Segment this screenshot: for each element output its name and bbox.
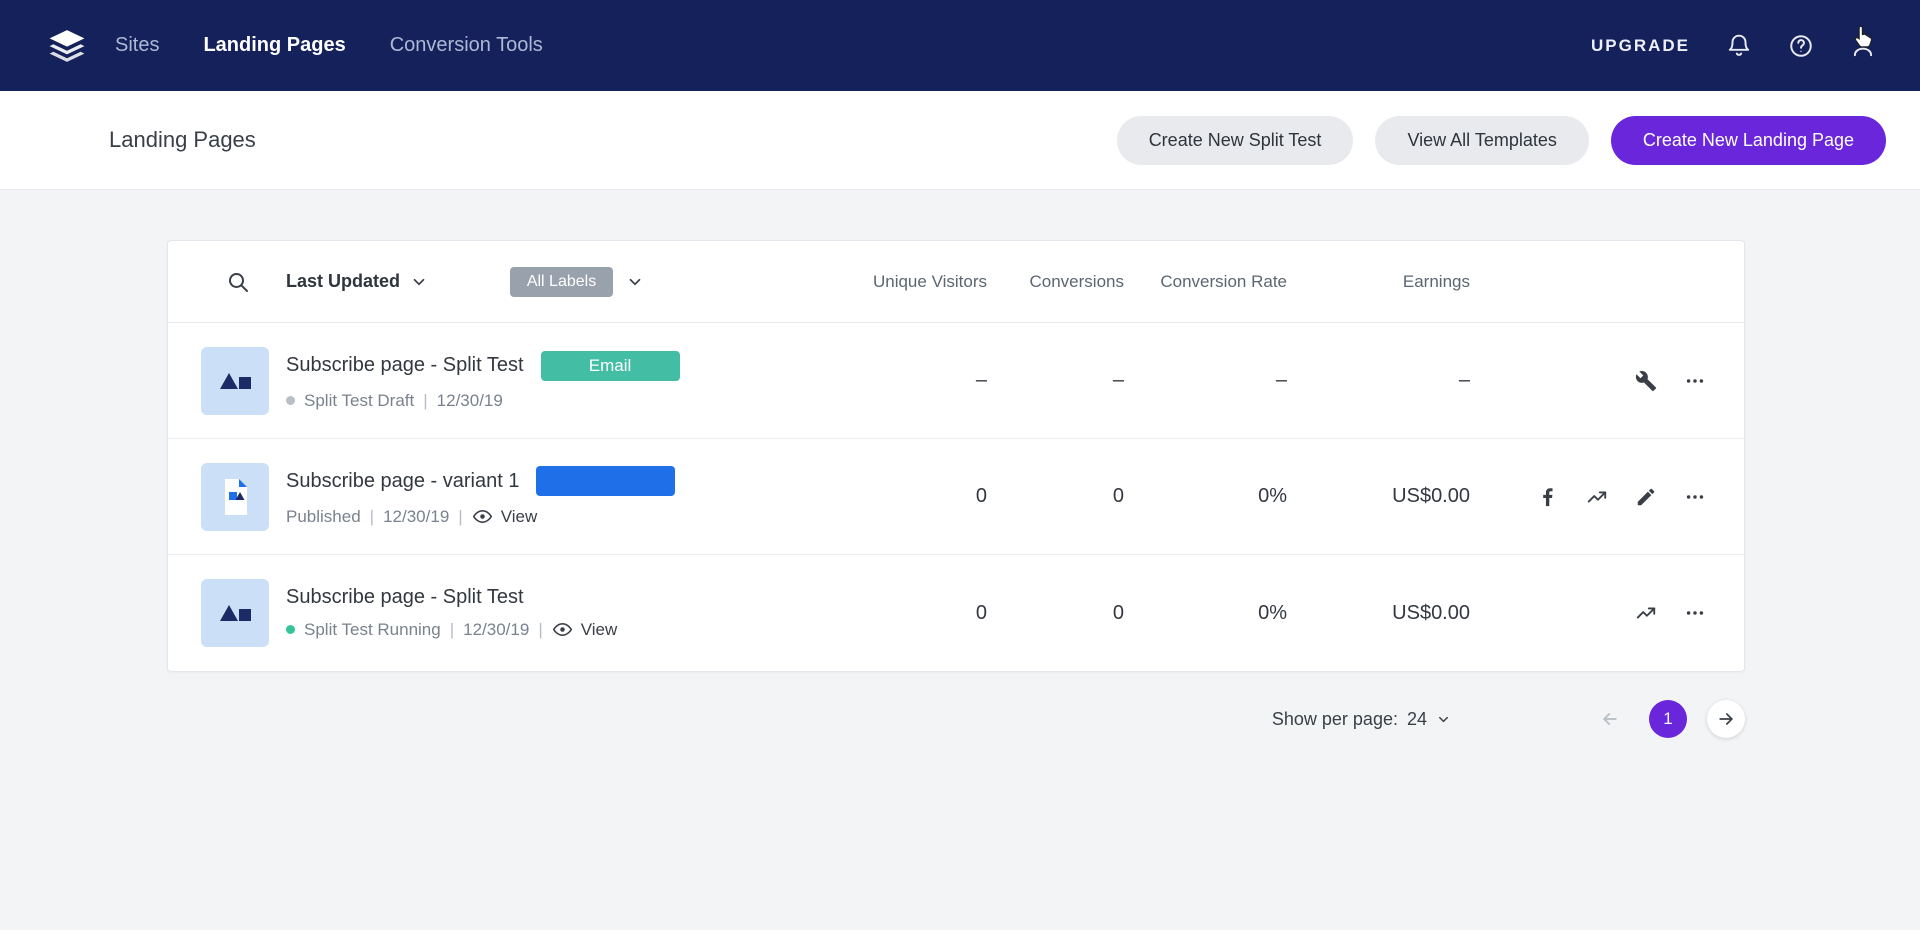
view-label: View (501, 507, 538, 527)
per-page-label: Show per page: (1272, 709, 1398, 730)
list-footer: Show per page: 24 1 (167, 700, 1745, 738)
sort-label: Last Updated (286, 271, 400, 292)
earnings-value: US$0.00 (1287, 602, 1470, 625)
unique-visitors-value: – (867, 369, 987, 392)
divider: | (370, 507, 374, 527)
column-header-conversions: Conversions (987, 272, 1124, 292)
page-header-actions: Create New Split Test View All Templates… (1117, 116, 1886, 165)
conversion-rate-value: – (1124, 369, 1287, 392)
facebook-icon[interactable] (1532, 481, 1564, 513)
view-page-link[interactable]: View (552, 619, 618, 640)
table-row: Subscribe page - Split Test Email Split … (168, 323, 1744, 439)
more-options-icon[interactable] (1679, 597, 1711, 629)
conversions-value: – (987, 369, 1124, 392)
page-title-link[interactable]: Subscribe page - Split Test (286, 354, 524, 377)
divider: | (423, 391, 427, 411)
divider: | (450, 620, 454, 640)
navbar-right-group: UPGRADE (1591, 33, 1876, 59)
column-header-earnings: Earnings (1287, 272, 1470, 292)
date-text: 12/30/19 (463, 620, 529, 640)
account-icon[interactable] (1850, 33, 1876, 59)
table-row: Subscribe page - variant 1 Published | 1… (168, 439, 1744, 555)
settings-wrench-icon[interactable] (1630, 365, 1662, 397)
analytics-trend-icon[interactable] (1581, 481, 1613, 513)
status-text: Split Test Draft (304, 391, 414, 411)
conversion-rate-value: 0% (1124, 485, 1287, 508)
status-text: Split Test Running (304, 620, 441, 640)
create-split-test-button[interactable]: Create New Split Test (1117, 116, 1354, 165)
divider: | (538, 620, 542, 640)
column-header-unique-visitors: Unique Visitors (867, 272, 987, 292)
landing-page-thumbnail[interactable] (201, 463, 269, 531)
notifications-bell-icon[interactable] (1726, 33, 1752, 59)
date-text: 12/30/19 (437, 391, 503, 411)
view-page-link[interactable]: View (472, 506, 538, 527)
conversions-value: 0 (987, 485, 1124, 508)
earnings-value: US$0.00 (1287, 485, 1470, 508)
nav-item-sites[interactable]: Sites (115, 34, 159, 57)
page-title: Landing Pages (109, 127, 256, 153)
unique-visitors-value: 0 (867, 485, 987, 508)
per-page-value: 24 (1407, 709, 1427, 730)
primary-nav: Sites Landing Pages Conversion Tools (115, 34, 587, 57)
eye-icon (552, 619, 573, 640)
page-title-link[interactable]: Subscribe page - variant 1 (286, 470, 519, 493)
date-text: 12/30/19 (383, 507, 449, 527)
labels-filter-dropdown[interactable]: All Labels (510, 267, 644, 297)
pagination: 1 (1591, 700, 1745, 738)
divider: | (458, 507, 462, 527)
next-page-button[interactable] (1707, 700, 1745, 738)
status-text: Published (286, 507, 361, 527)
current-page-button[interactable]: 1 (1649, 700, 1687, 738)
split-test-thumbnail[interactable] (201, 347, 269, 415)
view-all-templates-button[interactable]: View All Templates (1375, 116, 1588, 165)
upgrade-link[interactable]: UPGRADE (1591, 36, 1690, 56)
edit-pencil-icon[interactable] (1630, 481, 1662, 513)
labels-filter-badge: All Labels (510, 267, 613, 297)
label-badge-email[interactable]: Email (541, 351, 680, 381)
per-page-dropdown[interactable]: Show per page: 24 (1272, 709, 1451, 730)
analytics-trend-icon[interactable] (1630, 597, 1662, 629)
leadpages-logo-icon[interactable] (47, 26, 87, 66)
table-row: Subscribe page - Split Test Split Test R… (168, 555, 1744, 671)
eye-icon (472, 506, 493, 527)
split-test-thumbnail[interactable] (201, 579, 269, 647)
column-header-conversion-rate: Conversion Rate (1124, 272, 1287, 292)
sort-dropdown[interactable]: Last Updated (286, 271, 428, 292)
conversion-rate-value: 0% (1124, 602, 1287, 625)
chevron-down-icon (626, 273, 644, 291)
label-badge-blue[interactable] (536, 466, 675, 496)
earnings-value: – (1287, 369, 1470, 392)
search-icon[interactable] (226, 270, 250, 294)
chevron-down-icon (1436, 712, 1451, 727)
nav-item-landing-pages[interactable]: Landing Pages (203, 34, 345, 57)
create-landing-page-button[interactable]: Create New Landing Page (1611, 116, 1886, 165)
status-dot (286, 625, 295, 634)
list-header-row: Last Updated All Labels Unique Visitors … (168, 241, 1744, 323)
more-options-icon[interactable] (1679, 365, 1711, 397)
nav-item-conversion-tools[interactable]: Conversion Tools (390, 34, 543, 57)
conversions-value: 0 (987, 602, 1124, 625)
help-icon[interactable] (1788, 33, 1814, 59)
page-header: Landing Pages Create New Split Test View… (0, 91, 1920, 190)
status-dot (286, 396, 295, 405)
page-title-link[interactable]: Subscribe page - Split Test (286, 586, 524, 609)
landing-pages-list-card: Last Updated All Labels Unique Visitors … (167, 240, 1745, 672)
unique-visitors-value: 0 (867, 602, 987, 625)
view-label: View (581, 620, 618, 640)
chevron-down-icon (410, 273, 428, 291)
top-navbar: Sites Landing Pages Conversion Tools UPG… (0, 0, 1920, 91)
previous-page-button[interactable] (1591, 700, 1629, 738)
more-options-icon[interactable] (1679, 481, 1711, 513)
